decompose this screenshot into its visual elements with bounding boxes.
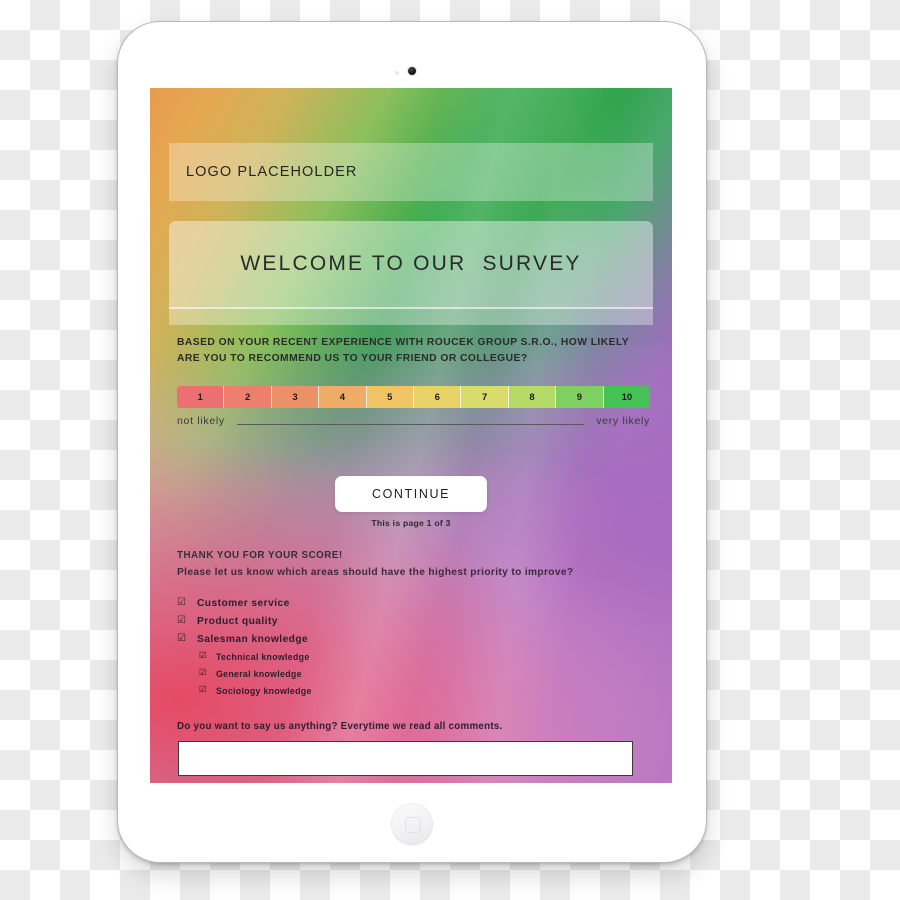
survey-question-line-1: BASED ON YOUR RECENT EXPERIENCE WITH ROU… [177,337,630,348]
scale-label-low: not likely [177,415,225,427]
thank-you-heading: THANK YOU FOR YOUR SCORE! [177,550,343,561]
home-button-icon[interactable] [391,803,433,845]
checklist-item[interactable]: ☑ Technical knowledge [177,648,650,665]
checkbox-checked-icon[interactable]: ☑ [199,669,209,678]
scale-endpoint-labels: not likely very likely [177,413,650,429]
continue-button[interactable]: CONTINUE [335,476,487,512]
survey-content: LOGO PLACEHOLDER WELCOME TO OUR SURVEY B… [150,88,672,783]
priority-subheading: Please let us know which areas should ha… [177,567,574,578]
checkbox-checked-icon[interactable]: ☑ [177,634,189,644]
checklist-item[interactable]: ☑ Salesman knowledge [177,630,650,648]
scale-option-5[interactable]: 5 [366,386,415,408]
page-indicator: This is page 1 of 3 [371,518,451,528]
page-root: LOGO PLACEHOLDER WELCOME TO OUR SURVEY B… [0,0,900,900]
page-title: WELCOME TO OUR SURVEY [240,252,582,275]
survey-question-line-2: ARE YOU TO RECOMMEND US TO YOUR FRIEND O… [177,352,528,364]
checkbox-checked-icon[interactable]: ☑ [177,598,189,608]
tablet-device: LOGO PLACEHOLDER WELCOME TO OUR SURVEY B… [118,22,706,862]
checklist-item-label: Product quality [197,615,278,627]
scale-option-10[interactable]: 10 [603,386,650,408]
comment-label: Do you want to say us anything? Everytim… [177,721,503,732]
checkbox-checked-icon[interactable]: ☑ [199,686,209,695]
checklist-item[interactable]: ☑ Customer service [177,594,650,612]
logo-bar: LOGO PLACEHOLDER [169,143,653,201]
scale-option-9[interactable]: 9 [556,386,604,408]
checkbox-checked-icon[interactable]: ☑ [199,652,209,661]
scale-rule [236,424,585,425]
checklist-item-label: Salesman knowledge [197,633,309,645]
ambient-light-sensor-icon [395,71,399,75]
checklist-item[interactable]: ☑ General knowledge [177,665,650,682]
scale-option-6[interactable]: 6 [414,386,462,408]
tablet-screen: LOGO PLACEHOLDER WELCOME TO OUR SURVEY B… [150,88,672,783]
camera-icon [408,67,416,75]
nps-rating-scale[interactable]: 1 2 3 4 5 6 7 8 9 10 [177,386,650,408]
checklist-item-label: Customer service [197,597,290,609]
survey-question: BASED ON YOUR RECENT EXPERIENCE WITH ROU… [177,335,650,367]
priority-checklist: ☑ Customer service ☑ Product quality ☑ Salesm… [177,594,650,699]
checklist-item-label: General knowledge [216,668,302,679]
logo-placeholder-text: LOGO PLACEHOLDER [186,164,358,180]
scale-label-high: very likely [596,415,650,427]
scale-option-8[interactable]: 8 [508,386,557,408]
checklist-item[interactable]: ☑ Sociology knowledge [177,682,650,699]
welcome-card: WELCOME TO OUR SURVEY [169,221,653,307]
checklist-item-label: Sociology knowledge [216,685,312,696]
scale-option-2[interactable]: 2 [224,386,272,408]
scale-option-1[interactable]: 1 [177,386,225,408]
scale-option-3[interactable]: 3 [271,386,320,408]
scale-option-4[interactable]: 4 [319,386,367,408]
checkbox-checked-icon[interactable]: ☑ [177,616,189,626]
welcome-card-footer [169,309,653,325]
scale-option-7[interactable]: 7 [461,386,509,408]
checklist-item-label: Technical knowledge [216,651,310,662]
comment-input[interactable] [178,741,633,776]
checklist-item[interactable]: ☑ Product quality [177,612,650,630]
